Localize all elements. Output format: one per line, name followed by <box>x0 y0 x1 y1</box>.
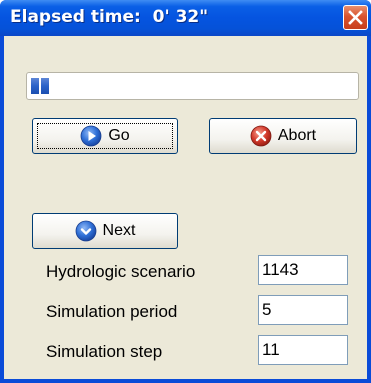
focus-rect <box>37 123 173 149</box>
go-button[interactable]: Go <box>32 118 178 154</box>
window-title: Elapsed time: 0' 32" <box>10 7 209 27</box>
progress-bar <box>26 72 359 100</box>
hydrologic-scenario-label: Hydrologic scenario <box>46 262 196 281</box>
progress-block <box>41 78 49 94</box>
simulation-period-label: Simulation period <box>46 302 178 321</box>
progress-dialog: Elapsed time: 0' 32" Go Abort Next Hydro… <box>0 0 371 383</box>
abort-button[interactable]: Abort <box>209 118 357 154</box>
next-icon <box>75 220 96 242</box>
progress-block <box>31 78 39 94</box>
simulation-step-field[interactable]: 11 <box>258 335 348 365</box>
dialog-body: Go Abort Next Hydrologic scenario 1143 S… <box>4 36 367 379</box>
close-button[interactable] <box>343 5 368 30</box>
hydrologic-scenario-field[interactable]: 1143 <box>258 255 348 285</box>
close-icon <box>348 10 363 25</box>
simulation-period-field[interactable]: 5 <box>258 295 348 325</box>
next-button[interactable]: Next <box>32 213 178 249</box>
next-label: Next <box>102 222 136 239</box>
title-bar[interactable]: Elapsed time: 0' 32" <box>0 0 371 36</box>
abort-icon <box>250 125 272 147</box>
progress-fill <box>31 78 49 94</box>
simulation-step-label: Simulation step <box>46 342 163 361</box>
abort-label: Abort <box>277 127 317 144</box>
